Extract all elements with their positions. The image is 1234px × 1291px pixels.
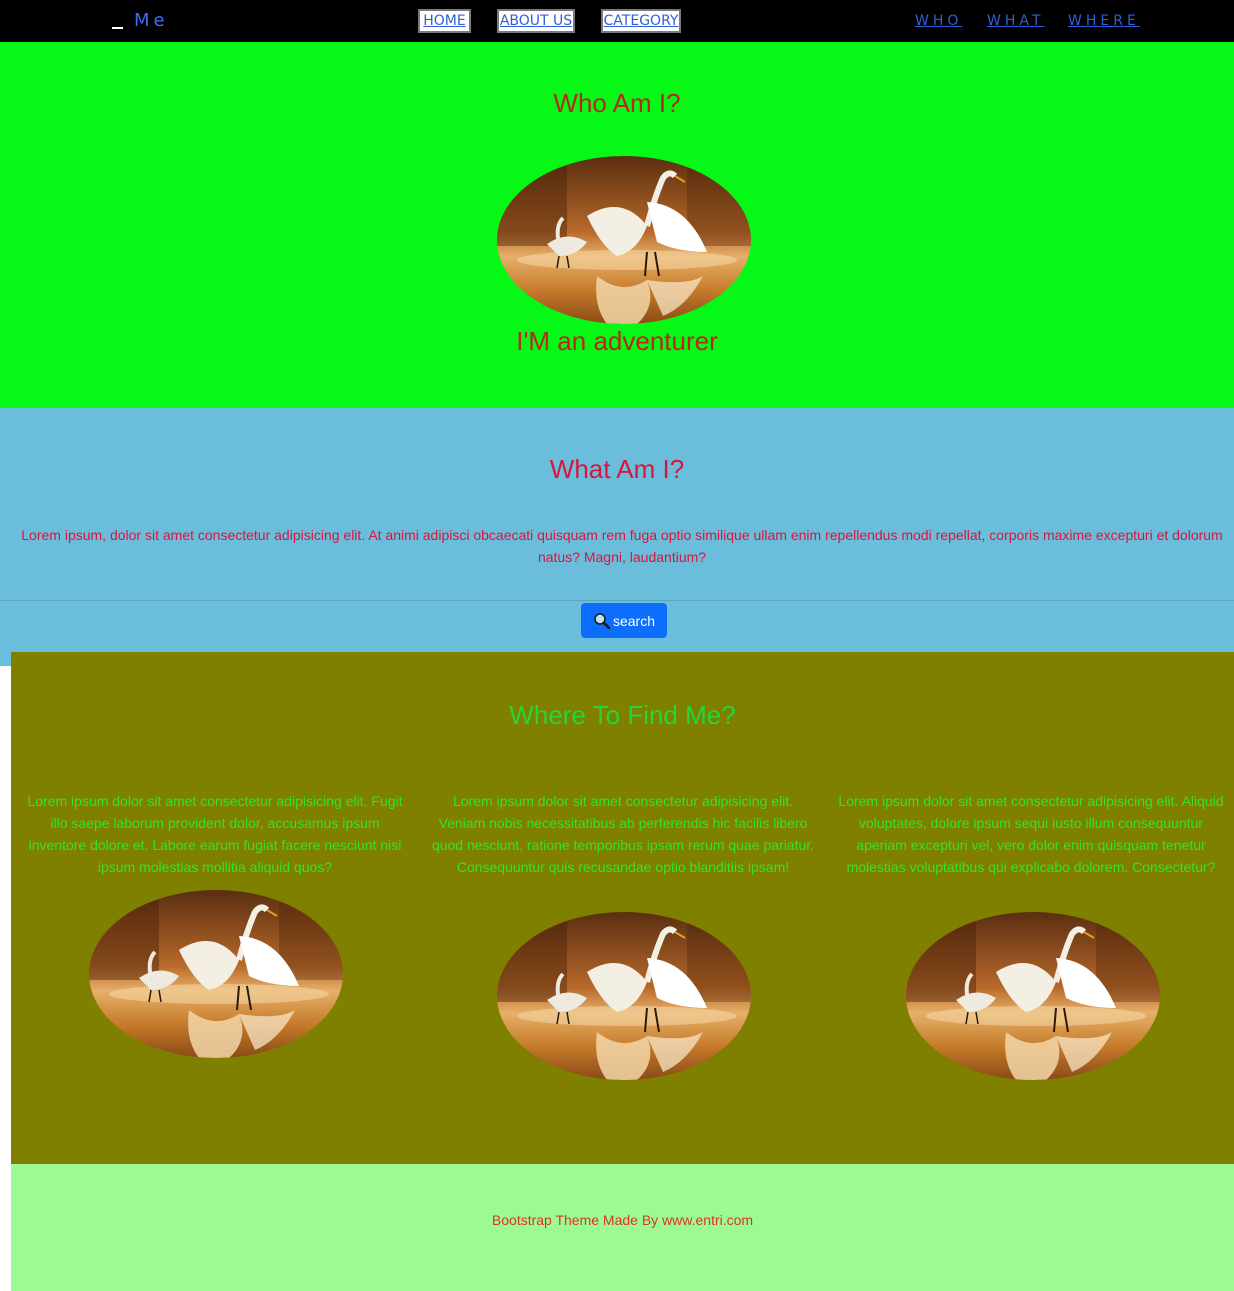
where-section: Where To Find Me? Lorem ipsum dolor sit …: [11, 652, 1234, 1164]
egrets-photo: [497, 156, 751, 324]
where-image-3: [906, 912, 1160, 1080]
what-heading: What Am I?: [549, 454, 685, 484]
category-button[interactable]: CATEGORY: [601, 9, 681, 33]
footer: Bootstrap Theme Made By www.entri.com: [11, 1164, 1234, 1291]
where-column-3: Lorem ipsum dolor sit amet consectetur a…: [837, 790, 1225, 878]
egrets-image: [497, 156, 751, 324]
brand-dash: [112, 27, 123, 29]
home-button-label: HOME: [423, 13, 466, 29]
navbar: Me HOME ABOUT US CATEGORY WHO WHAT WHERE: [0, 0, 1234, 42]
footer-text: Bootstrap Theme Made By www.entri.com: [491, 1212, 754, 1228]
where-column-2-text: Lorem ipsum dolor sit amet consectetur a…: [431, 793, 815, 875]
search-button[interactable]: search: [581, 603, 667, 638]
who-tagline: I'M an adventurer: [516, 326, 718, 356]
category-button-label: CATEGORY: [603, 13, 679, 29]
egrets-photo: [497, 912, 751, 1080]
egrets-photo: [906, 912, 1160, 1080]
brand-label: Me: [134, 10, 169, 31]
brand[interactable]: Me: [112, 10, 169, 31]
where-image-2: [497, 912, 751, 1080]
about-us-button[interactable]: ABOUT US: [497, 9, 575, 33]
what-paragraph: Lorem ipsum, dolor sit amet consectetur …: [21, 527, 1223, 565]
where-column-2: Lorem ipsum dolor sit amet consectetur a…: [429, 790, 817, 878]
where-heading: Where To Find Me?: [509, 700, 736, 730]
where-column-1-text: Lorem ipsum dolor sit amet consectetur a…: [27, 793, 403, 875]
home-button[interactable]: HOME: [418, 9, 471, 33]
who-heading: Who Am I?: [553, 88, 681, 118]
where-image-1: [89, 890, 343, 1058]
magnifier-icon: [593, 612, 611, 630]
nav-link-what[interactable]: WHAT: [987, 13, 1044, 29]
where-column-3-text: Lorem ipsum dolor sit amet consectetur a…: [838, 793, 1224, 875]
who-section: Who Am I? I'M an adventurer: [0, 42, 1234, 408]
where-column-1: Lorem ipsum dolor sit amet consectetur a…: [21, 790, 409, 878]
what-section: What Am I? Lorem ipsum, dolor sit amet c…: [0, 408, 1234, 666]
nav-link-who[interactable]: WHO: [915, 13, 962, 29]
about-us-button-label: ABOUT US: [499, 13, 573, 29]
divider: [0, 600, 1234, 601]
nav-link-where[interactable]: WHERE: [1068, 13, 1140, 29]
egrets-photo: [89, 890, 343, 1058]
search-button-label: search: [612, 612, 656, 629]
